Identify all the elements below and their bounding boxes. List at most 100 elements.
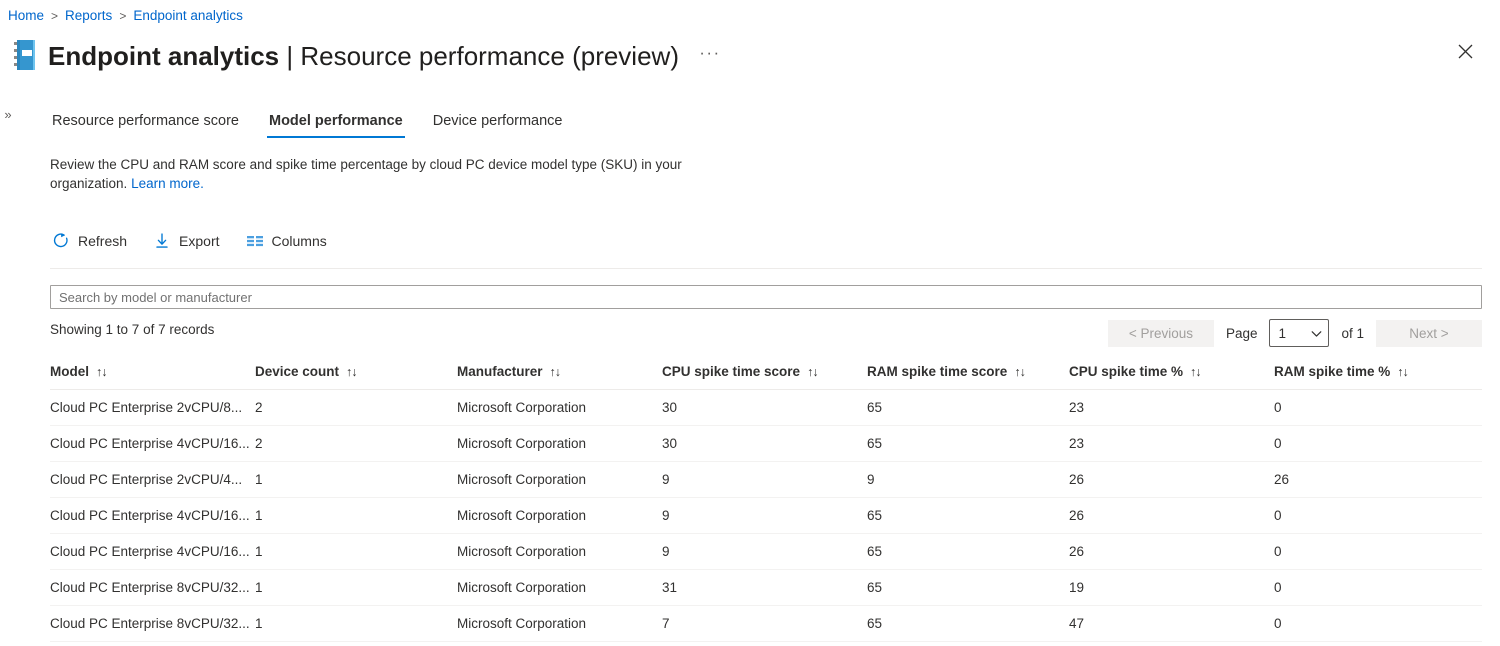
columns-label: Columns (271, 233, 327, 249)
page-title-divider: | (286, 41, 294, 71)
tab-list: Resource performance score Model perform… (50, 110, 564, 138)
pagination-controls: < Previous Page 1 of 1 Next > (1107, 319, 1482, 347)
close-button[interactable] (1448, 36, 1482, 70)
table-row[interactable]: Cloud PC Enterprise 4vCPU/16... 1 Microsof… (50, 533, 1482, 570)
cell-model: Cloud PC Enterprise 4vCPU/16... (50, 533, 255, 570)
cell-device-count: 1 (255, 497, 457, 534)
refresh-icon (52, 232, 70, 250)
cell-ram-spike-time-pct: 0 (1274, 605, 1482, 642)
cell-cpu-spike-time-pct: 26 (1069, 461, 1274, 498)
sort-icon[interactable]: ↑↓ (346, 365, 357, 379)
tab-resource-performance-score[interactable]: Resource performance score (50, 110, 241, 138)
columns-grid-icon (246, 232, 264, 250)
page-label: Page (1225, 325, 1258, 341)
report-book-icon (8, 37, 42, 75)
column-header-device-count[interactable]: Device count ↑↓ (255, 358, 457, 390)
cell-manufacturer: Microsoft Corporation (457, 497, 662, 534)
breadcrumb-item-home[interactable]: Home (8, 6, 44, 26)
sort-icon[interactable]: ↑↓ (1190, 365, 1201, 379)
cell-ram-spike-time-score: 65 (867, 389, 1069, 426)
sidebar-expand-button[interactable]: » (0, 100, 16, 128)
breadcrumb-item-reports[interactable]: Reports (65, 6, 112, 26)
more-options-button[interactable]: ··· (697, 43, 723, 69)
cell-cpu-spike-time-pct: 26 (1069, 497, 1274, 534)
page-title: Endpoint analytics | Resource performanc… (48, 39, 679, 73)
sort-icon[interactable]: ↑↓ (1014, 365, 1025, 379)
cell-manufacturer: Microsoft Corporation (457, 389, 662, 426)
table-header: Model ↑↓ Device count ↑↓ Manufacturer ↑↓ CP… (50, 358, 1482, 390)
cell-manufacturer: Microsoft Corporation (457, 533, 662, 570)
breadcrumb-separator-icon: > (51, 9, 59, 23)
sort-icon[interactable]: ↑↓ (1397, 365, 1408, 379)
column-header-model-label: Model (50, 364, 89, 379)
breadcrumb: Home > Reports > Endpoint analytics (8, 6, 243, 26)
table-row[interactable]: Cloud PC Enterprise 2vCPU/8... 2 Microsoft… (50, 389, 1482, 426)
title-row: Endpoint analytics | Resource performanc… (8, 34, 1482, 78)
command-bar: Refresh Export Columns (50, 228, 329, 254)
page-title-sub: Resource performance (preview) (300, 41, 679, 71)
column-header-ram-spike-time-score[interactable]: RAM spike time score ↑↓ (867, 358, 1069, 390)
cell-ram-spike-time-score: 65 (867, 425, 1069, 462)
column-header-manufacturer[interactable]: Manufacturer ↑↓ (457, 358, 662, 390)
cell-cpu-spike-time-score: 9 (662, 533, 867, 570)
export-download-icon (153, 232, 171, 250)
page-title-main: Endpoint analytics (48, 41, 280, 71)
table-row[interactable]: Cloud PC Enterprise 4vCPU/16... 2 Microsof… (50, 425, 1482, 462)
cell-cpu-spike-time-score: 31 (662, 569, 867, 606)
cell-manufacturer: Microsoft Corporation (457, 425, 662, 462)
cell-cpu-spike-time-pct: 47 (1069, 605, 1274, 642)
next-page-button[interactable]: Next > (1376, 319, 1482, 347)
cell-ram-spike-time-pct: 0 (1274, 497, 1482, 534)
cell-ram-spike-time-pct: 0 (1274, 569, 1482, 606)
cell-manufacturer: Microsoft Corporation (457, 569, 662, 606)
tab-device-performance[interactable]: Device performance (431, 110, 565, 138)
columns-button[interactable]: Columns (244, 228, 329, 254)
column-header-ram-spike-time-pct-label: RAM spike time % (1274, 364, 1391, 379)
learn-more-link[interactable]: Learn more. (131, 176, 204, 191)
model-performance-table: Model ↑↓ Device count ↑↓ Manufacturer ↑↓ CP… (50, 358, 1482, 642)
refresh-label: Refresh (78, 233, 128, 249)
cell-cpu-spike-time-score: 9 (662, 497, 867, 534)
records-count-label: Showing 1 to 7 of 7 records (50, 322, 215, 337)
page-description: Review the CPU and RAM score and spike t… (50, 155, 700, 193)
export-button[interactable]: Export (151, 228, 221, 254)
previous-page-button[interactable]: < Previous (1107, 319, 1214, 347)
breadcrumb-separator-icon: > (119, 9, 127, 23)
table-row[interactable]: Cloud PC Enterprise 2vCPU/4... 1 Microsoft… (50, 461, 1482, 498)
cell-model: Cloud PC Enterprise 4vCPU/16... (50, 425, 255, 462)
cell-device-count: 1 (255, 569, 457, 606)
table-row[interactable]: Cloud PC Enterprise 4vCPU/16... 1 Microsof… (50, 497, 1482, 534)
cell-cpu-spike-time-score: 7 (662, 605, 867, 642)
table-row[interactable]: Cloud PC Enterprise 8vCPU/32... 1 Microsof… (50, 569, 1482, 606)
cell-cpu-spike-time-pct: 23 (1069, 425, 1274, 462)
cell-manufacturer: Microsoft Corporation (457, 461, 662, 498)
cell-ram-spike-time-score: 9 (867, 461, 1069, 498)
sort-icon[interactable]: ↑↓ (807, 365, 818, 379)
column-header-ram-spike-time-pct[interactable]: RAM spike time % ↑↓ (1274, 358, 1482, 390)
table-header-row: Model ↑↓ Device count ↑↓ Manufacturer ↑↓ CP… (50, 358, 1482, 390)
cell-model: Cloud PC Enterprise 2vCPU/8... (50, 389, 255, 426)
cell-ram-spike-time-score: 65 (867, 533, 1069, 570)
cell-ram-spike-time-pct: 26 (1274, 461, 1482, 498)
page-number-select[interactable]: 1 (1269, 319, 1330, 347)
cell-cpu-spike-time-pct: 19 (1069, 569, 1274, 606)
endpoint-analytics-page: Home > Reports > Endpoint analytics Endp… (0, 0, 1500, 646)
sort-icon[interactable]: ↑↓ (96, 365, 107, 379)
sort-icon[interactable]: ↑↓ (550, 365, 561, 379)
page-total-label: of 1 (1341, 325, 1364, 341)
column-header-cpu-spike-time-score[interactable]: CPU spike time score ↑↓ (662, 358, 867, 390)
column-header-model[interactable]: Model ↑↓ (50, 358, 255, 390)
cell-device-count: 2 (255, 425, 457, 462)
breadcrumb-item-endpoint-analytics[interactable]: Endpoint analytics (133, 6, 243, 26)
cell-ram-spike-time-score: 65 (867, 605, 1069, 642)
table-row[interactable]: Cloud PC Enterprise 8vCPU/32... 1 Microsof… (50, 605, 1482, 642)
cell-device-count: 1 (255, 605, 457, 642)
search-input[interactable] (50, 285, 1482, 309)
refresh-button[interactable]: Refresh (50, 228, 129, 254)
cell-device-count: 1 (255, 461, 457, 498)
tab-model-performance[interactable]: Model performance (266, 110, 405, 138)
column-header-cpu-spike-time-pct[interactable]: CPU spike time % ↑↓ (1069, 358, 1274, 390)
cell-cpu-spike-time-pct: 23 (1069, 389, 1274, 426)
cell-cpu-spike-time-score: 30 (662, 425, 867, 462)
column-header-cpu-spike-time-pct-label: CPU spike time % (1069, 364, 1184, 379)
